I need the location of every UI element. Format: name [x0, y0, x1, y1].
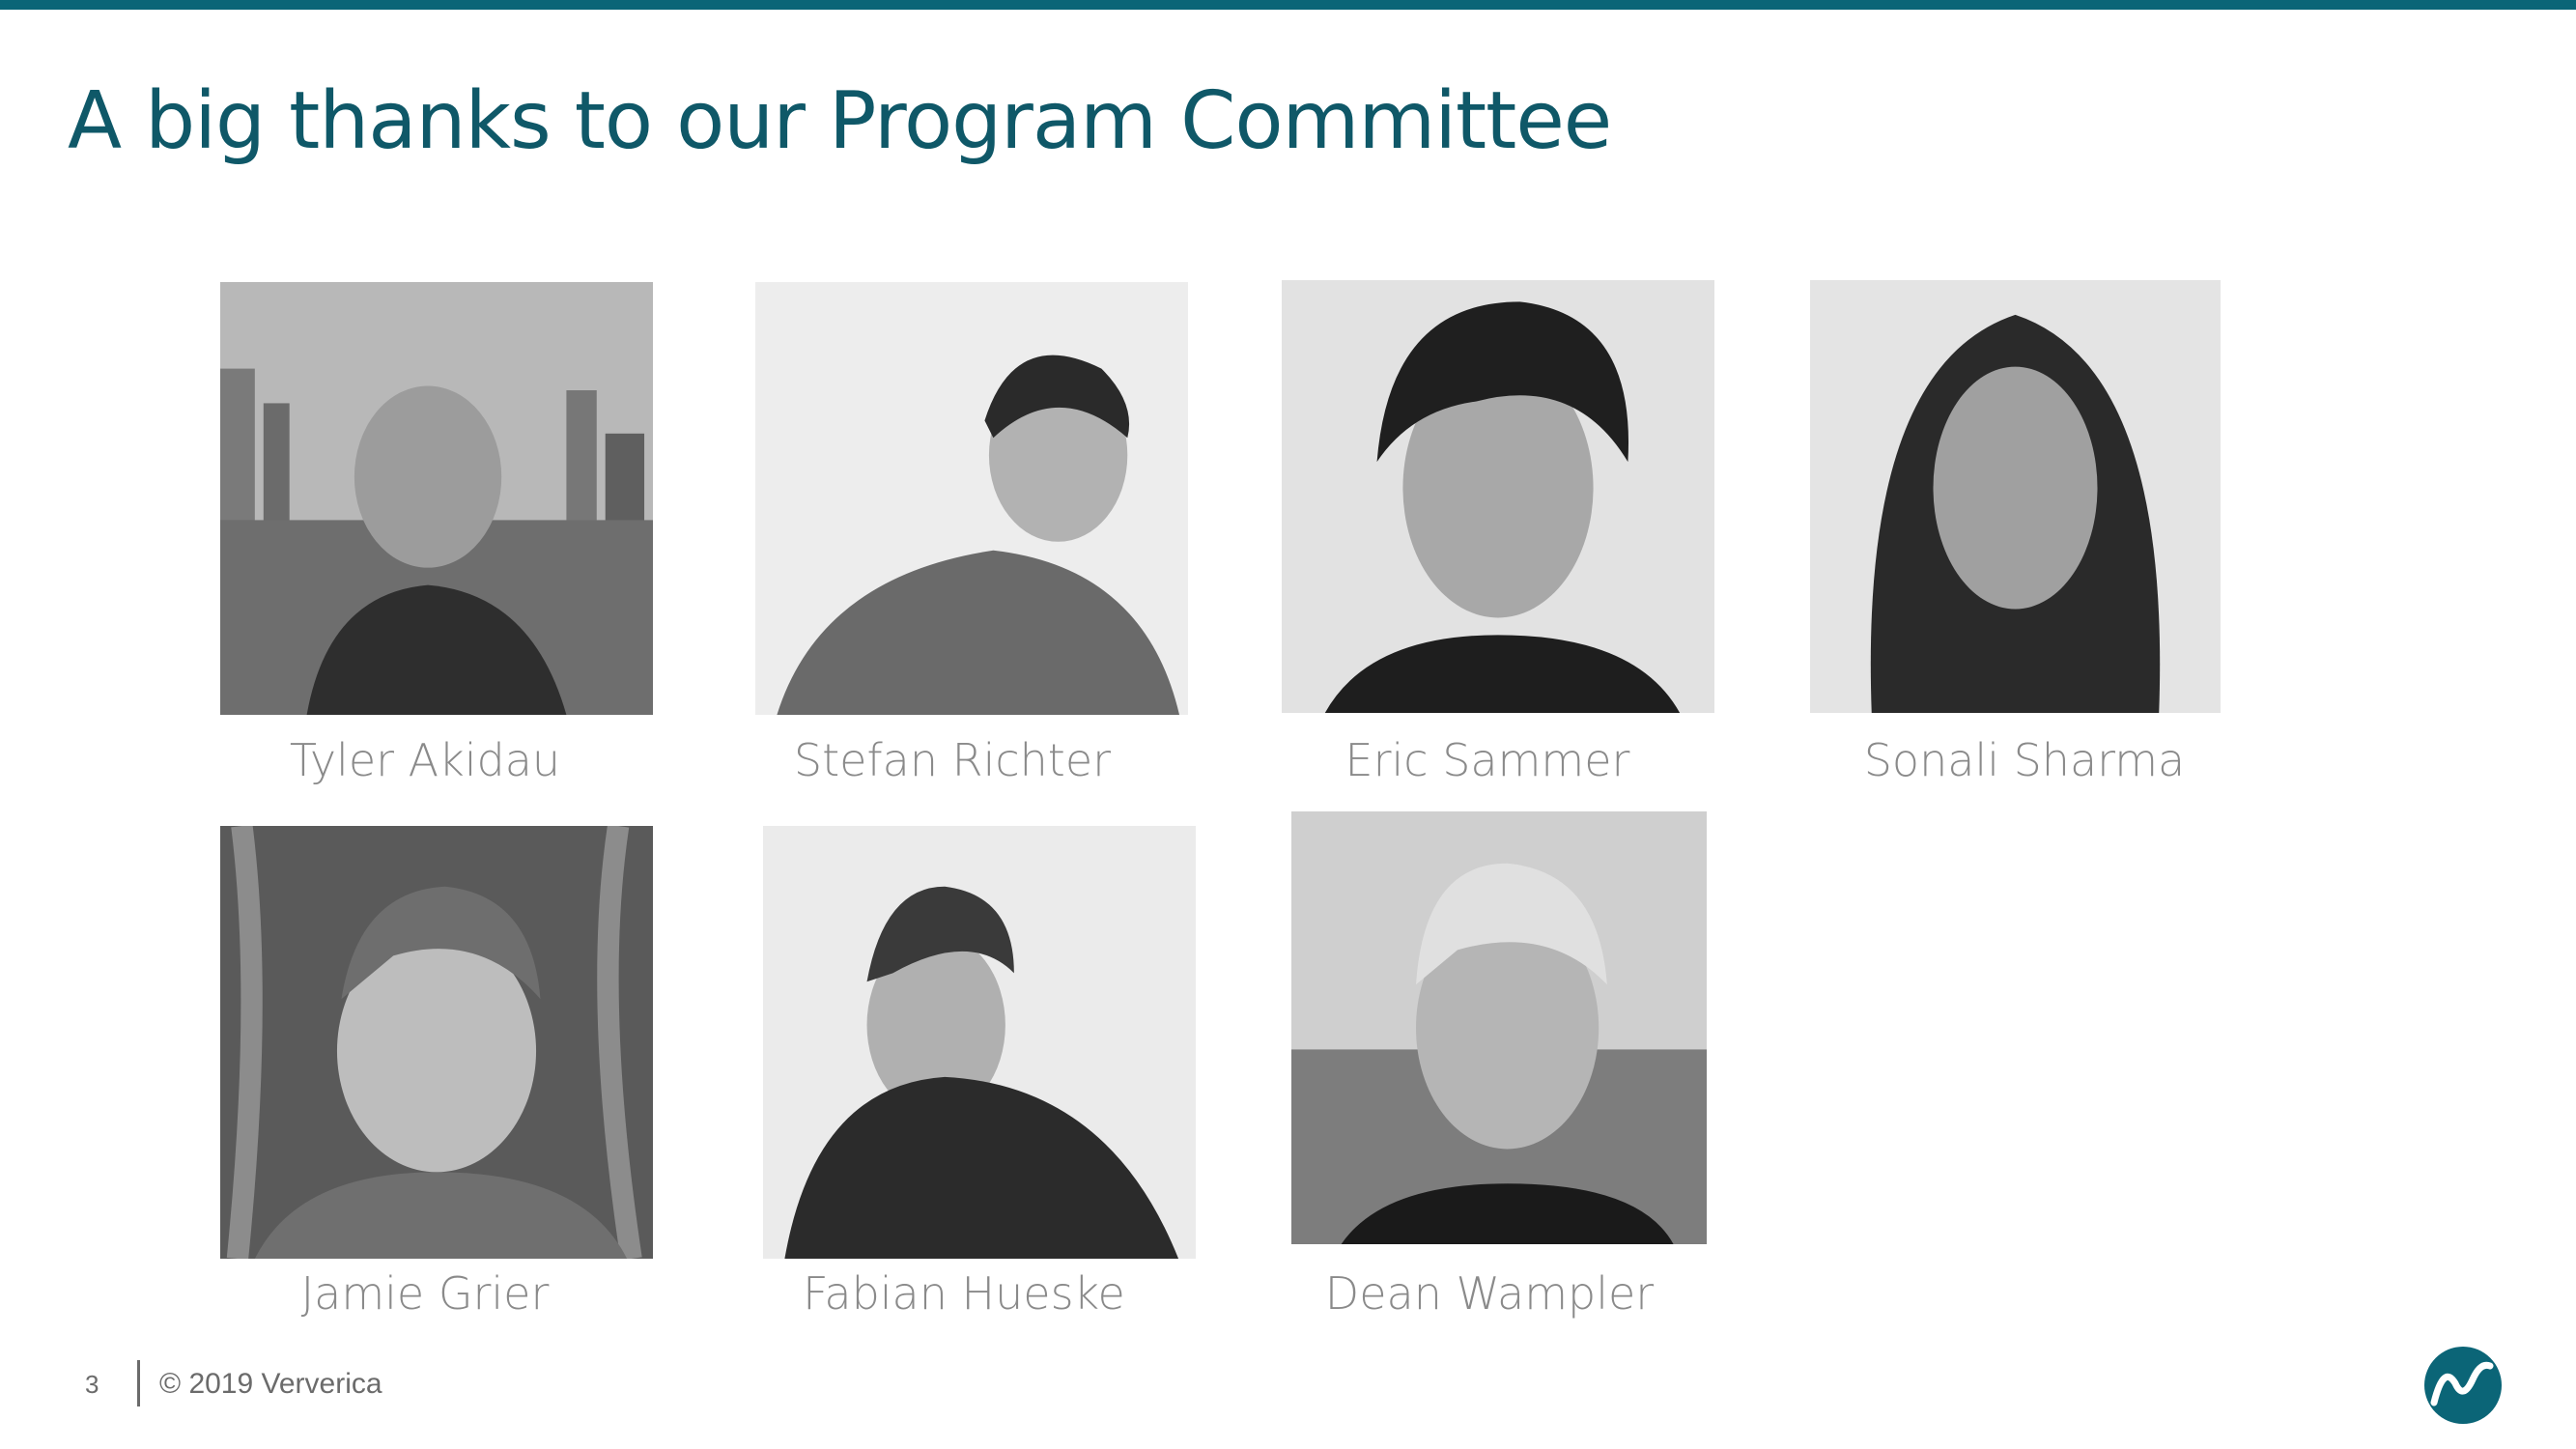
portrait-photo — [1810, 280, 2221, 713]
committee-member-name: Eric Sammer — [1345, 734, 1630, 786]
slide-title: A big thanks to our Program Committee — [68, 75, 1612, 167]
committee-member-name: Fabian Hueske — [803, 1267, 1125, 1320]
committee-member-name: Sonali Sharma — [1863, 734, 2186, 786]
ververica-logo-icon — [2422, 1345, 2504, 1426]
committee-member-name: Jamie Grier — [300, 1267, 550, 1320]
portrait-photo — [763, 826, 1196, 1259]
committee-member-name: Stefan Richter — [793, 734, 1112, 786]
portrait-photo — [220, 826, 653, 1259]
copyright-text: © 2019 Ververica — [159, 1368, 382, 1400]
committee-member-name: Dean Wampler — [1324, 1267, 1655, 1320]
portrait-photo — [755, 282, 1188, 715]
portrait-photo — [220, 282, 653, 715]
page-number: 3 — [85, 1370, 99, 1399]
top-accent-bar — [0, 0, 2576, 10]
portrait-photo — [1291, 811, 1707, 1244]
portrait-photo — [1282, 280, 1714, 713]
footer-divider — [137, 1360, 140, 1406]
committee-member-name: Tyler Akidau — [289, 734, 561, 786]
